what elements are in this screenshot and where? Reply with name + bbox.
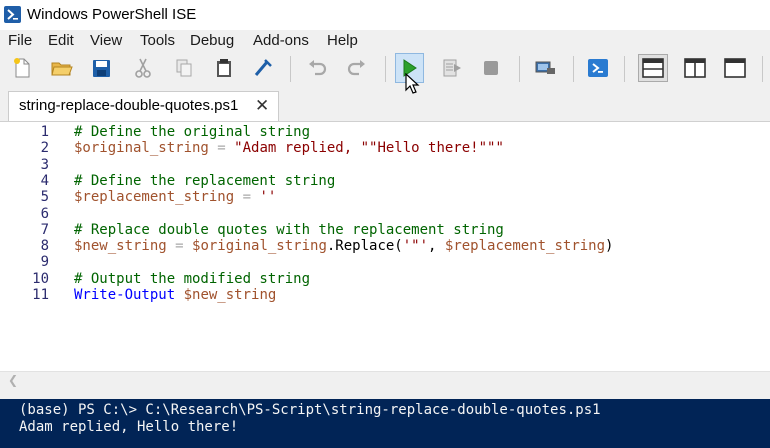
code-token: $new_string bbox=[74, 238, 167, 255]
cut-icon[interactable] bbox=[131, 56, 155, 80]
line-number: 2 bbox=[40, 140, 49, 157]
scroll-left-icon[interactable]: ❮ bbox=[8, 373, 18, 387]
menu-help[interactable]: Help bbox=[327, 32, 358, 49]
pane-splitter[interactable] bbox=[0, 388, 770, 399]
code-line: # Replace double quotes with the replace… bbox=[74, 222, 504, 238]
clear-console-icon[interactable] bbox=[251, 56, 275, 80]
code-token: # Replace double quotes with the replace… bbox=[74, 221, 504, 238]
layout-top-icon[interactable] bbox=[638, 54, 668, 82]
code-line: # Define the original string bbox=[74, 124, 310, 140]
save-icon[interactable] bbox=[89, 56, 113, 80]
code-line: Write-Output $new_string bbox=[74, 287, 276, 303]
line-number: 9 bbox=[40, 254, 49, 271]
tab-script-file[interactable]: string-replace-double-quotes.ps1 ✕ bbox=[8, 91, 279, 121]
console-line: (base) PS C:\> C:\Research\PS-Script\str… bbox=[19, 402, 601, 418]
toolbar-separator bbox=[624, 56, 625, 82]
paste-icon[interactable] bbox=[212, 56, 236, 80]
redo-icon[interactable] bbox=[345, 56, 369, 80]
code-token: $replacement_string bbox=[74, 189, 235, 206]
menu-file[interactable]: File bbox=[8, 32, 32, 49]
menu-bar: File Edit View Tools Debug Add-ons Help bbox=[0, 31, 770, 51]
code-token: = bbox=[234, 189, 260, 206]
layout-right-icon[interactable] bbox=[683, 56, 707, 80]
line-number: 5 bbox=[40, 189, 49, 206]
code-token: "Adam replied, ""Hello there!""" bbox=[234, 140, 504, 157]
title-bar: Windows PowerShell ISE bbox=[0, 0, 770, 30]
remote-powershell-icon[interactable] bbox=[533, 56, 557, 80]
tab-strip: string-replace-double-quotes.ps1 ✕ bbox=[0, 85, 770, 121]
horizontal-scrollbar[interactable]: ❮ bbox=[0, 371, 770, 388]
code-token: '"' bbox=[402, 238, 429, 255]
code-line: # Output the modified string bbox=[74, 271, 310, 287]
toolbar-separator bbox=[519, 56, 520, 82]
line-number: 11 bbox=[32, 287, 49, 303]
undo-icon[interactable] bbox=[305, 56, 329, 80]
code-token: Write-Output bbox=[74, 287, 176, 303]
code-token: $replacement_string bbox=[444, 238, 606, 255]
code-token: '' bbox=[259, 189, 277, 206]
line-number: 10 bbox=[32, 270, 49, 287]
script-editor[interactable]: 1 # Define the original string 2 $original_… bbox=[0, 121, 770, 371]
close-icon[interactable]: ✕ bbox=[255, 96, 269, 116]
code-token: # Define the original string bbox=[74, 124, 311, 140]
open-folder-icon[interactable] bbox=[50, 56, 74, 80]
toolbar bbox=[0, 51, 770, 85]
code-token: $original_string bbox=[74, 140, 209, 157]
tab-label: string-replace-double-quotes.ps1 bbox=[19, 97, 239, 114]
toolbar-separator bbox=[762, 56, 763, 82]
line-number: 4 bbox=[40, 172, 49, 189]
code-token: = bbox=[166, 238, 193, 255]
layout-max-icon[interactable] bbox=[723, 56, 747, 80]
menu-add-ons[interactable]: Add-ons bbox=[253, 32, 309, 49]
line-number: 6 bbox=[40, 205, 49, 222]
console-pane[interactable]: (base) PS C:\> C:\Research\PS-Script\str… bbox=[0, 399, 770, 448]
menu-edit[interactable]: Edit bbox=[48, 32, 74, 49]
code-line: # Define the replacement string bbox=[74, 173, 335, 189]
console-line: Adam replied, Hello there! bbox=[19, 419, 239, 435]
code-token: # Output the modified string bbox=[74, 270, 311, 287]
mouse-cursor-icon bbox=[405, 72, 421, 95]
copy-icon[interactable] bbox=[172, 56, 196, 80]
line-number: 7 bbox=[40, 221, 49, 238]
toolbar-separator bbox=[385, 56, 386, 82]
code-token: ) bbox=[605, 238, 614, 255]
line-number: 3 bbox=[40, 156, 49, 173]
line-number: 1 bbox=[40, 124, 49, 140]
code-token: # Define the replacement string bbox=[74, 172, 336, 189]
menu-debug[interactable]: Debug bbox=[190, 32, 234, 49]
code-line: $original_string = "Adam replied, ""Hell… bbox=[74, 140, 504, 156]
toolbar-separator bbox=[573, 56, 574, 82]
menu-tools[interactable]: Tools bbox=[140, 32, 175, 49]
code-token: = bbox=[208, 140, 235, 157]
stop-icon[interactable] bbox=[479, 56, 503, 80]
code-token: , bbox=[428, 238, 445, 255]
code-line: $new_string = $original_string.Replace('… bbox=[74, 238, 613, 254]
line-number: 8 bbox=[40, 238, 49, 255]
code-token: $original_string bbox=[192, 238, 327, 255]
code-token: $new_string bbox=[183, 287, 277, 303]
powershell-ise-logo-icon bbox=[4, 6, 21, 23]
new-file-icon[interactable] bbox=[10, 56, 34, 80]
toolbar-separator bbox=[290, 56, 291, 82]
window-title: Windows PowerShell ISE bbox=[27, 6, 197, 23]
code-token: .Replace( bbox=[326, 238, 403, 255]
powershell-console-icon[interactable] bbox=[586, 56, 610, 80]
menu-view[interactable]: View bbox=[90, 32, 122, 49]
code-line: $replacement_string = '' bbox=[74, 189, 276, 205]
run-selection-icon[interactable] bbox=[440, 56, 464, 80]
